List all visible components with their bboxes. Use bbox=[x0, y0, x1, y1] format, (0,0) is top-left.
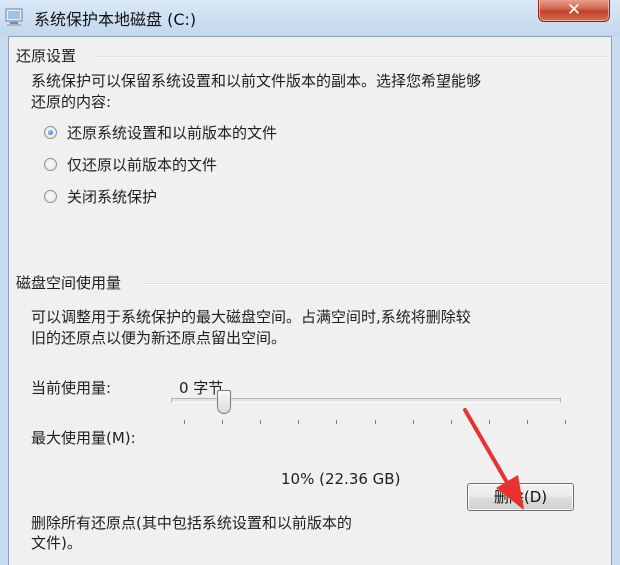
max-usage-slider-thumb[interactable] bbox=[217, 390, 231, 414]
radio-label: 仅还原以前版本的文件 bbox=[67, 155, 218, 174]
title-bar: 系统保护本地磁盘 (C:) ✕ bbox=[0, 0, 620, 36]
radio-turn-off-protection[interactable]: 关闭系统保护 bbox=[44, 185, 157, 207]
radio-button[interactable] bbox=[44, 125, 57, 139]
close-icon: ✕ bbox=[566, 0, 582, 20]
radio-label: 还原系统设置和以前版本的文件 bbox=[67, 123, 278, 142]
radio-button[interactable] bbox=[44, 157, 57, 171]
radio-restore-files-only[interactable]: 仅还原以前版本的文件 bbox=[44, 153, 217, 175]
disk-description-line2: 旧的还原点以便为新还原点留出空间。 bbox=[31, 329, 287, 347]
restore-settings-separator bbox=[96, 56, 608, 58]
radio-button[interactable] bbox=[44, 189, 57, 203]
close-button[interactable]: ✕ bbox=[538, 0, 610, 22]
delete-description-line2: 文件)。 bbox=[31, 534, 82, 552]
window-title: 系统保护本地磁盘 (C:) bbox=[34, 10, 197, 29]
disk-usage-title: 磁盘空间使用量 bbox=[16, 274, 122, 292]
radio-label: 关闭系统保护 bbox=[67, 187, 158, 206]
max-usage-label: 最大使用量(M): bbox=[31, 429, 136, 447]
slider-tick bbox=[336, 420, 337, 424]
delete-description-line1: 删除所有还原点(其中包括系统设置和以前版本的 bbox=[31, 514, 352, 532]
slider-tick bbox=[565, 420, 566, 424]
current-usage-label: 当前使用量: bbox=[31, 379, 112, 397]
slider-tick bbox=[413, 420, 414, 424]
restore-settings-title: 还原设置 bbox=[16, 47, 77, 65]
slider-tick bbox=[184, 420, 185, 424]
max-usage-value: 10% (22.36 GB) bbox=[281, 470, 401, 488]
radio-restore-settings-and-files[interactable]: 还原系统设置和以前版本的文件 bbox=[44, 121, 277, 143]
slider-tick bbox=[260, 420, 261, 424]
slider-tick bbox=[375, 420, 376, 424]
restore-description-line2: 还原的内容: bbox=[31, 93, 112, 111]
disk-description-line1: 可以调整用于系统保护的最大磁盘空间。占满空间时,系统将删除较 bbox=[31, 308, 471, 326]
system-protection-icon bbox=[5, 8, 23, 26]
restore-description-line1: 系统保护可以保留系统设置和以前文件版本的副本。选择您希望能够 bbox=[31, 72, 482, 90]
annotation-arrow-icon bbox=[463, 408, 524, 510]
disk-usage-separator bbox=[143, 283, 608, 285]
slider-tick bbox=[298, 420, 299, 424]
slider-tick bbox=[222, 420, 223, 424]
